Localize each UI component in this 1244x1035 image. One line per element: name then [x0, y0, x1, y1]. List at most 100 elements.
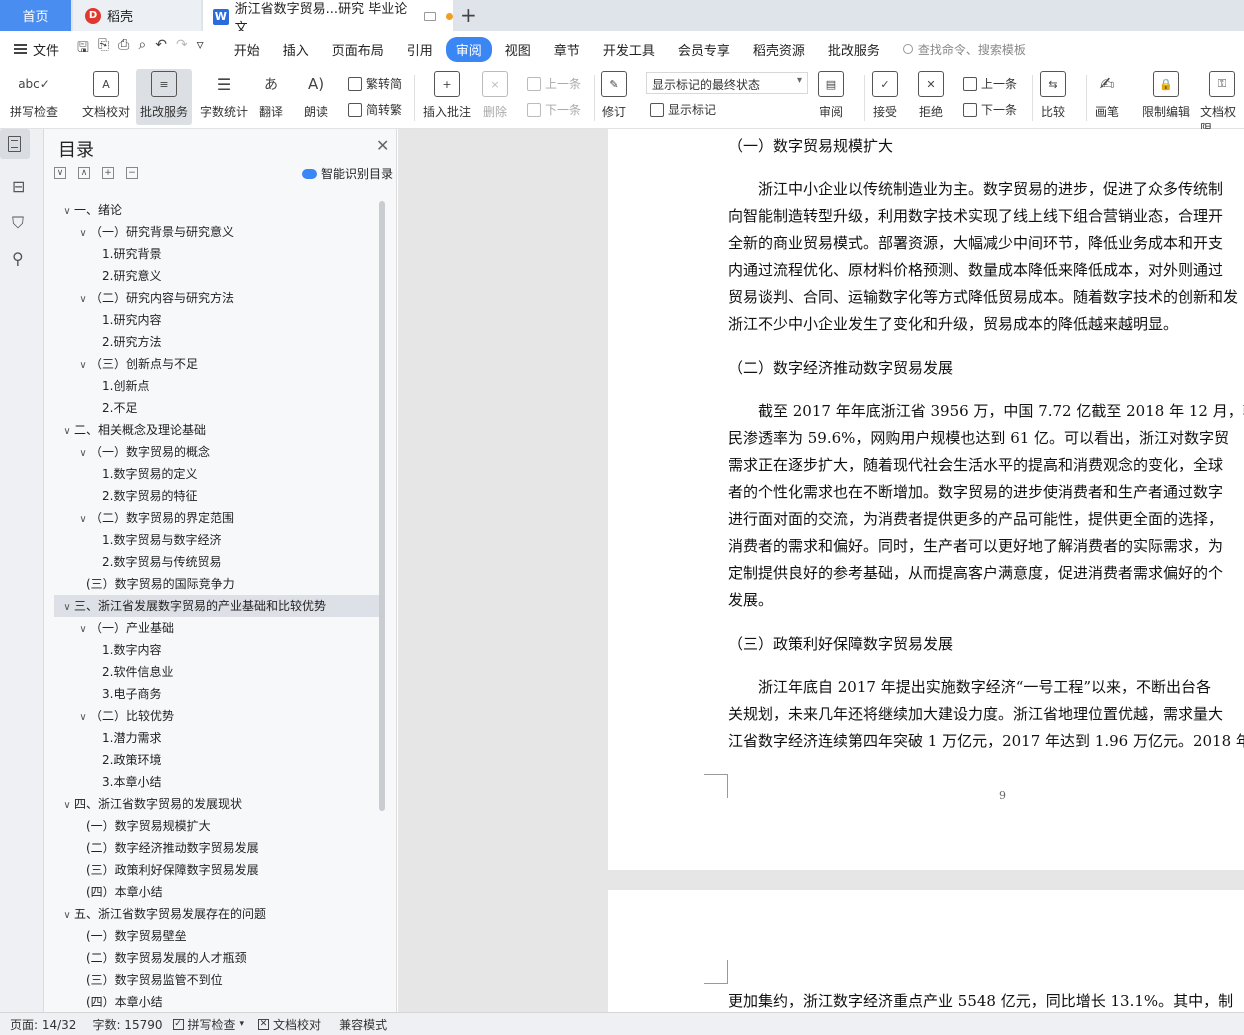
- smart-toc-button[interactable]: 智能识别目录: [302, 165, 393, 182]
- toc-caret-icon[interactable]: ∨: [76, 223, 90, 245]
- tab-daoke[interactable]: D 稻壳: [73, 0, 201, 31]
- document-page[interactable]: 更加集约，浙江数字经济重点产业 5548 亿元，同比增长 13.1%。其中，制: [608, 890, 1244, 1012]
- toc-item[interactable]: ∨ 四、浙江省数字贸易的发展现状: [54, 793, 379, 815]
- toc-item[interactable]: ∨ 三、浙江省发展数字贸易的产业基础和比较优势: [54, 595, 379, 617]
- toc-item[interactable]: 1.研究内容: [54, 309, 379, 331]
- close-icon[interactable]: ✕: [376, 136, 389, 155]
- wordcount-button[interactable]: ☰ 字数统计: [200, 71, 248, 120]
- toc-item[interactable]: (三）政策利好保障数字贸易发展: [54, 859, 379, 881]
- toc-item[interactable]: 2.研究方法: [54, 331, 379, 353]
- toc-item[interactable]: ∨ （二）研究内容与研究方法: [54, 287, 379, 309]
- redo-icon[interactable]: ↷: [176, 37, 188, 61]
- ribbon-tab[interactable]: 插入: [273, 37, 319, 62]
- ribbon-tab[interactable]: 页面布局: [322, 37, 394, 62]
- toc-item[interactable]: 3.电子商务: [54, 683, 379, 705]
- toc-item[interactable]: 1.数字内容: [54, 639, 379, 661]
- next-change-button[interactable]: 下一条: [963, 101, 1017, 118]
- ribbon-tab[interactable]: 批改服务: [818, 37, 890, 62]
- toc-caret-icon[interactable]: ∨: [60, 795, 74, 817]
- toc-scrollbar[interactable]: [379, 201, 385, 811]
- prev-change-button[interactable]: 上一条: [963, 75, 1017, 92]
- toc-item[interactable]: 1.研究背景: [54, 243, 379, 265]
- toc-item[interactable]: ∨ 二、相关概念及理论基础: [54, 419, 379, 441]
- toc-nav-button[interactable]: [0, 129, 30, 159]
- next-comment-button[interactable]: 下一条: [527, 101, 581, 118]
- word-count[interactable]: 字数: 15790: [92, 1016, 162, 1033]
- toc-item[interactable]: ∨ （一）研究背景与研究意义: [54, 221, 379, 243]
- ribbon-tab[interactable]: 引用: [397, 37, 443, 62]
- toc-item[interactable]: (四）本章小结: [54, 991, 379, 1012]
- read-aloud-button[interactable]: A) 朗读: [303, 71, 329, 120]
- track-changes-button[interactable]: ✎ 修订: [601, 71, 627, 120]
- translate-button[interactable]: あ 翻译: [258, 71, 284, 120]
- page-indicator[interactable]: 页面: 14/32: [10, 1016, 76, 1033]
- toc-item[interactable]: ∨ 一、绪论: [54, 199, 379, 221]
- print-preview-icon[interactable]: ⌕: [138, 37, 146, 61]
- toc-item[interactable]: (一）数字贸易壁垒: [54, 925, 379, 947]
- file-menu-button[interactable]: 文件: [14, 40, 59, 59]
- to-traditional-button[interactable]: 繁转简: [348, 75, 402, 92]
- pen-button[interactable]: ✍ 画笔: [1094, 71, 1120, 120]
- monitor-icon[interactable]: [424, 12, 437, 21]
- to-simplified-button[interactable]: 简转繁: [348, 101, 402, 118]
- toc-item[interactable]: 2.软件信息业: [54, 661, 379, 683]
- toc-item[interactable]: (二）数字经济推动数字贸易发展: [54, 837, 379, 859]
- toc-item[interactable]: 2.数字贸易的特征: [54, 485, 379, 507]
- toc-item[interactable]: (一）数字贸易规模扩大: [54, 815, 379, 837]
- new-tab-plus-icon[interactable]: +: [460, 3, 477, 27]
- toc-item[interactable]: ∨ （一）数字贸易的概念: [54, 441, 379, 463]
- toc-item[interactable]: (四）本章小结: [54, 881, 379, 903]
- toc-item[interactable]: (三）数字贸易的国际竞争力: [54, 573, 379, 595]
- toc-item[interactable]: ∨ （二）比较优势: [54, 705, 379, 727]
- toc-caret-icon[interactable]: ∨: [76, 509, 90, 531]
- review-pane-button[interactable]: ▤ 审阅: [818, 71, 844, 120]
- toc-caret-icon[interactable]: ∨: [60, 421, 74, 443]
- status-doccheck[interactable]: ✕ 文档校对: [258, 1016, 321, 1033]
- save-icon[interactable]: 🖫: [77, 37, 89, 61]
- toc-item[interactable]: 2.不足: [54, 397, 379, 419]
- ribbon-tab[interactable]: 视图: [495, 37, 541, 62]
- doc-permission-button[interactable]: ⚿ 文档权限: [1200, 71, 1244, 137]
- bookmark-icon[interactable]: ⛉: [12, 213, 31, 232]
- reject-button[interactable]: ✕ 拒绝: [918, 71, 944, 120]
- document-page[interactable]: （一）数字贸易规模扩大 浙江中小企业以传统制造业为主。数字贸易的进步，促进了众多…: [608, 129, 1244, 870]
- ribbon-tab[interactable]: 开发工具: [593, 37, 665, 62]
- toc-caret-icon[interactable]: ∨: [60, 905, 74, 927]
- toc-caret-icon[interactable]: ∨: [76, 355, 90, 377]
- toc-item[interactable]: 1.创新点: [54, 375, 379, 397]
- accept-button[interactable]: ✓ 接受: [872, 71, 898, 120]
- toc-caret-icon[interactable]: ∨: [60, 201, 74, 223]
- insert-comment-button[interactable]: + 插入批注: [423, 71, 471, 120]
- print-icon[interactable]: ⎙: [118, 37, 129, 61]
- ribbon-tab[interactable]: 稻壳资源: [743, 37, 815, 62]
- toc-item[interactable]: 1.潜力需求: [54, 727, 379, 749]
- ribbon-tab[interactable]: 开始: [224, 37, 270, 62]
- outline-icon[interactable]: ⊟: [12, 177, 31, 196]
- remove-heading-icon[interactable]: −: [126, 167, 138, 179]
- ribbon-tab[interactable]: 审阅: [445, 36, 492, 62]
- review-service-button[interactable]: ≡ 批改服务: [136, 69, 193, 125]
- ribbon-tab[interactable]: 会员专享: [668, 37, 740, 62]
- prev-comment-button[interactable]: 上一条: [527, 75, 581, 92]
- toc-item[interactable]: 2.政策环境: [54, 749, 379, 771]
- toc-item[interactable]: 2.数字贸易与传统贸易: [54, 551, 379, 573]
- status-spellcheck[interactable]: ✓ 拼写检查 ▾: [172, 1016, 244, 1033]
- markup-mode-select[interactable]: 显示标记的最终状态: [646, 72, 808, 94]
- doccheck-button[interactable]: A 文档校对: [82, 71, 130, 120]
- add-heading-icon[interactable]: +: [102, 167, 114, 179]
- toc-caret-icon[interactable]: ∨: [60, 597, 74, 619]
- toc-caret-icon[interactable]: ∨: [76, 619, 90, 641]
- toc-item[interactable]: 1.数字贸易的定义: [54, 463, 379, 485]
- show-markup-button[interactable]: 显示标记: [650, 101, 716, 118]
- toc-item[interactable]: 1.数字贸易与数字经济: [54, 529, 379, 551]
- toc-item[interactable]: ∨ （二）数字贸易的界定范围: [54, 507, 379, 529]
- export-pdf-icon[interactable]: ⎘: [98, 37, 109, 61]
- toc-item[interactable]: 2.研究意义: [54, 265, 379, 287]
- document-area[interactable]: （一）数字贸易规模扩大 浙江中小企业以传统制造业为主。数字贸易的进步，促进了众多…: [398, 129, 1244, 1012]
- more-chevron-icon[interactable]: ▿: [197, 37, 204, 61]
- tab-document[interactable]: W 浙江省数字贸易...研究 毕业论文: [203, 0, 454, 36]
- toc-caret-icon[interactable]: ∨: [76, 443, 90, 465]
- spellcheck-button[interactable]: abc✓ 拼写检查: [10, 71, 58, 120]
- toc-item[interactable]: 3.本章小结: [54, 771, 379, 793]
- restrict-edit-button[interactable]: 🔒 限制编辑: [1142, 71, 1190, 120]
